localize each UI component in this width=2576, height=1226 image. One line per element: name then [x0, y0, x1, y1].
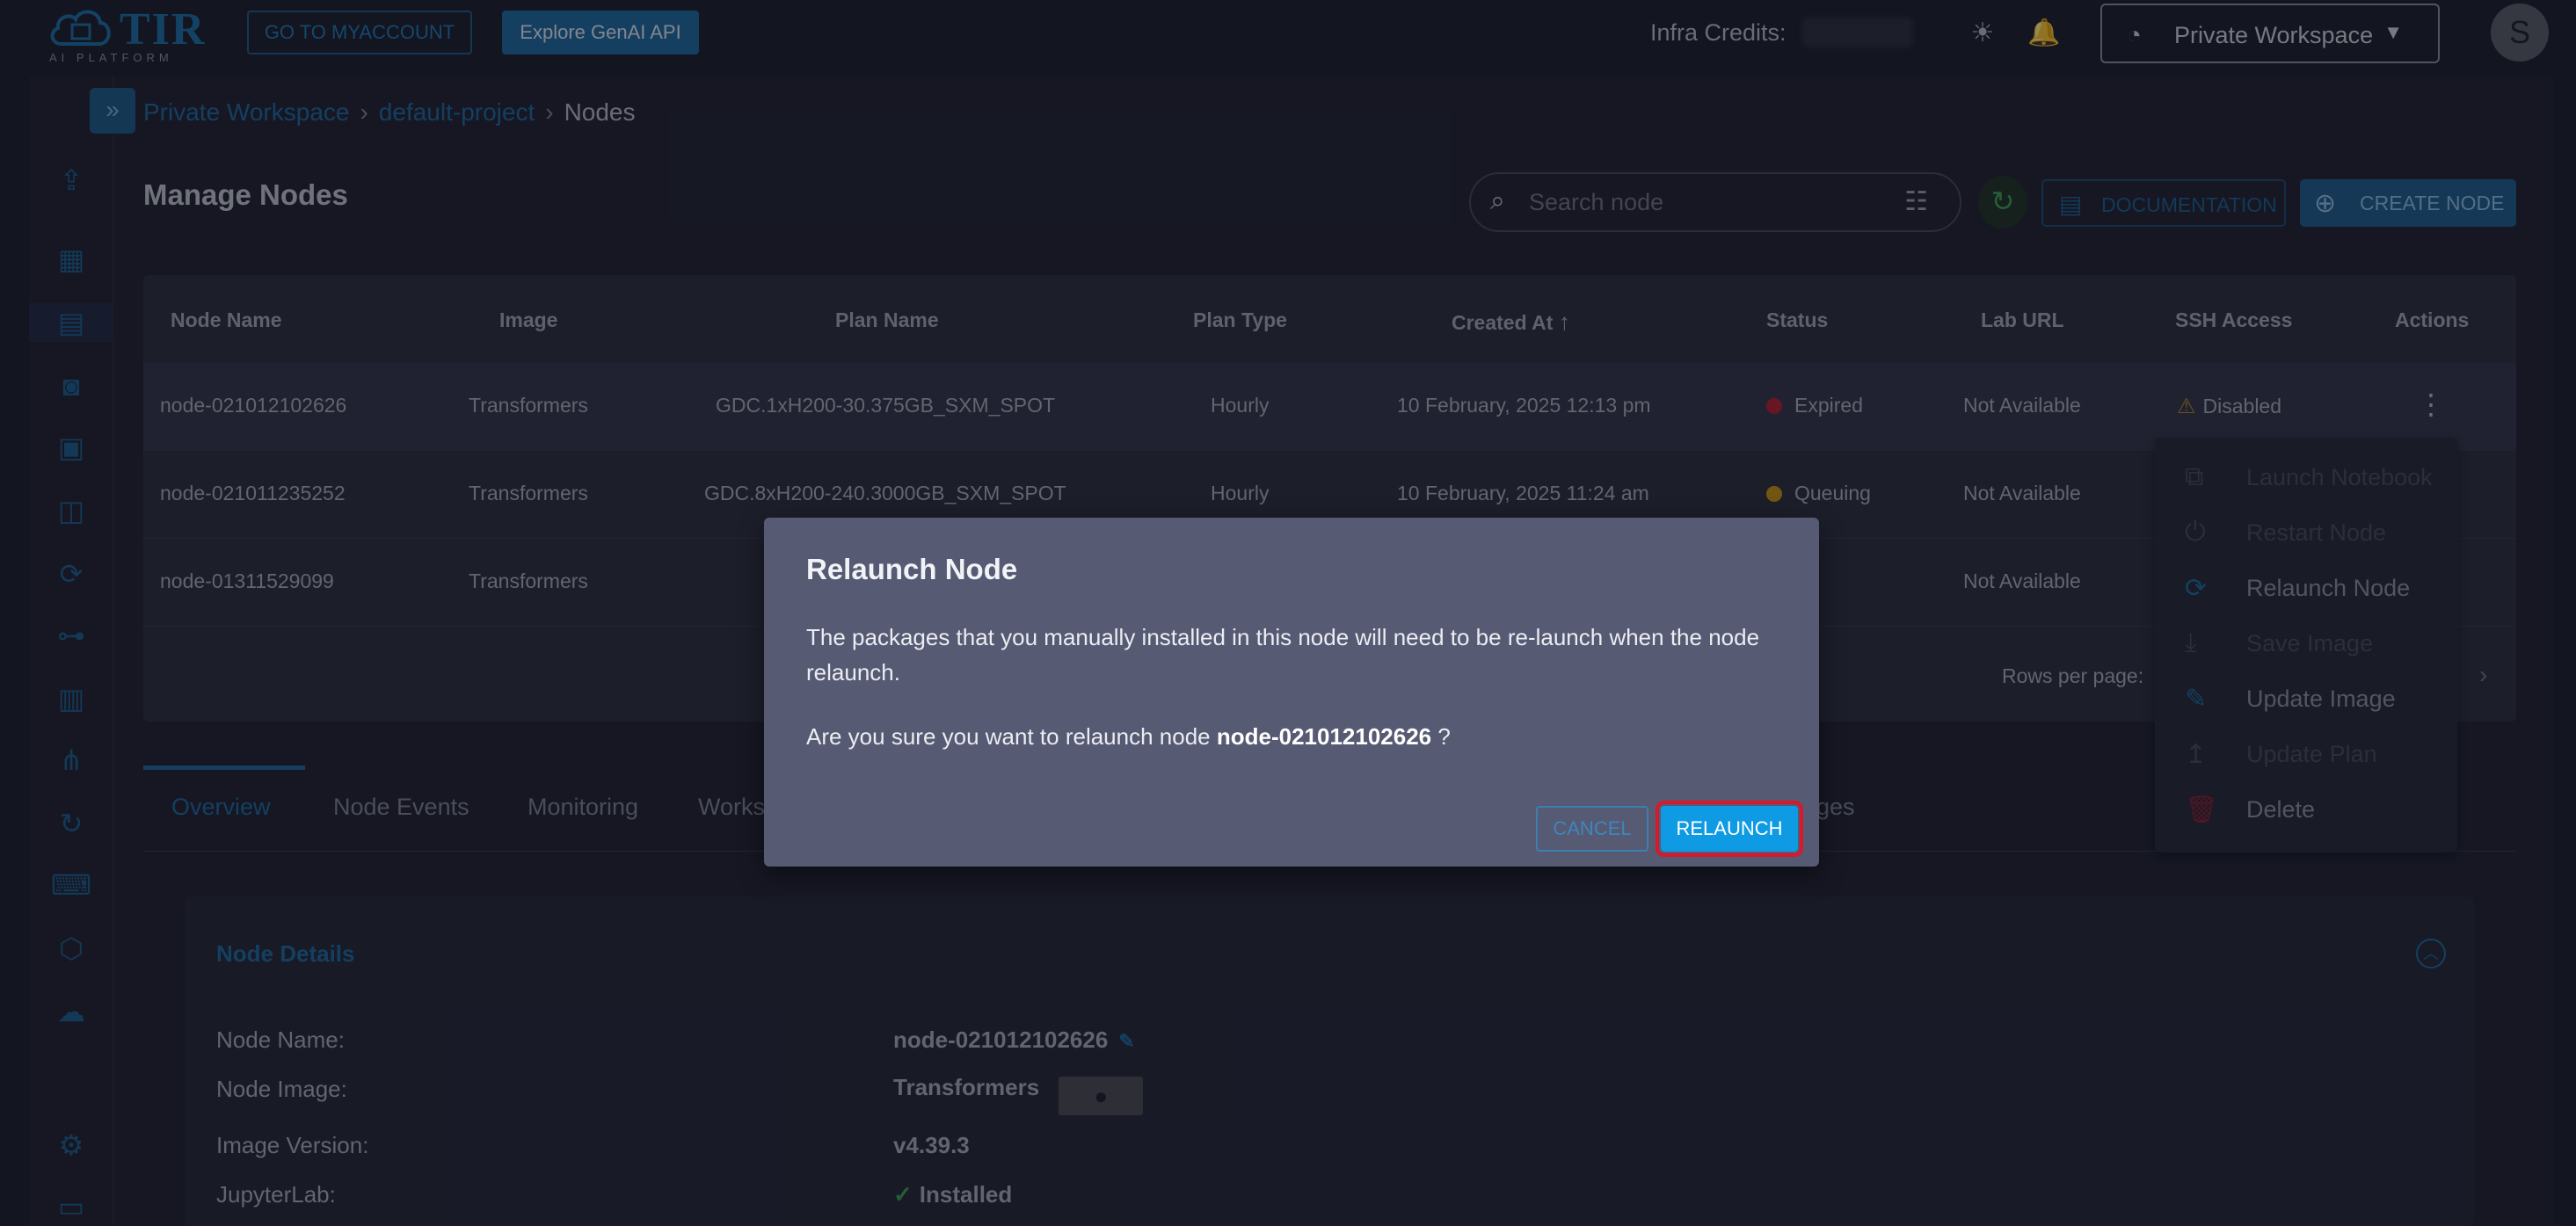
- question-prefix: Are you sure you want to relaunch node: [806, 723, 1211, 750]
- dialog-message: The packages that you manually installed…: [806, 624, 1760, 686]
- cancel-button[interactable]: CANCEL: [1536, 806, 1648, 852]
- relaunch-node-dialog: Relaunch Node The packages that you manu…: [764, 518, 1819, 867]
- dialog-title: Relaunch Node: [806, 553, 1018, 585]
- question-node-name: node-021012102626: [1216, 723, 1432, 750]
- relaunch-button[interactable]: RELAUNCH: [1655, 801, 1803, 857]
- question-suffix: ?: [1437, 723, 1451, 750]
- dialog-question: Are you sure you want to relaunch node n…: [806, 723, 1451, 751]
